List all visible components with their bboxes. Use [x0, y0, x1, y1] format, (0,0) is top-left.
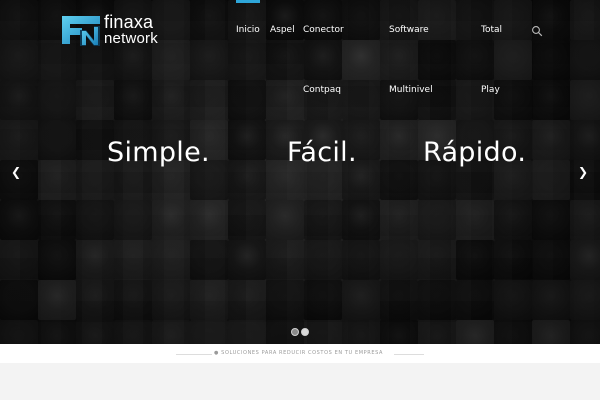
search-icon[interactable] — [531, 25, 543, 37]
nav-item-inicio[interactable]: Inicio — [236, 25, 260, 35]
tagline-divider-right — [394, 354, 424, 355]
content-section — [0, 363, 600, 400]
slogan-simple: Simple. — [107, 137, 210, 168]
slider-dot-1[interactable] — [291, 328, 299, 336]
chevron-left-icon: ❮ — [10, 165, 22, 179]
chevron-right-icon: ❯ — [577, 165, 589, 179]
hero-slider: finaxa network Inicio Aspel Conector Con… — [0, 0, 600, 344]
slider-dot-2[interactable] — [301, 328, 309, 336]
nav-item-aspel[interactable]: Aspel — [270, 25, 295, 35]
slider-next-button[interactable]: ❯ — [577, 164, 589, 180]
nav-item-conector[interactable]: Conector — [303, 25, 344, 35]
brand-logo[interactable]: finaxa network — [60, 12, 170, 48]
slider-prev-button[interactable]: ❮ — [10, 164, 22, 180]
nav-item-multinivel[interactable]: Multinivel — [389, 85, 433, 95]
slogan-rapido: Rápido. — [423, 137, 527, 168]
nav-item-total[interactable]: Total — [481, 25, 502, 35]
nav-item-contpaq[interactable]: Contpaq — [303, 85, 341, 95]
tagline-divider-left — [176, 354, 212, 355]
tagline: ● SOLUCIONES PARA REDUCIR COSTOS EN TU E… — [214, 350, 383, 356]
tagline-text: SOLUCIONES PARA REDUCIR COSTOS EN TU EMP… — [221, 350, 383, 356]
lightbulb-icon: ● — [214, 350, 219, 356]
active-nav-indicator — [236, 0, 260, 3]
nav-item-software[interactable]: Software — [389, 25, 429, 35]
slogan-facil: Fácil. — [287, 137, 357, 168]
fn-monogram-icon — [62, 16, 100, 46]
hero-overlay — [0, 0, 600, 344]
brand-subname: network — [104, 30, 158, 47]
nav-item-play[interactable]: Play — [481, 85, 500, 95]
